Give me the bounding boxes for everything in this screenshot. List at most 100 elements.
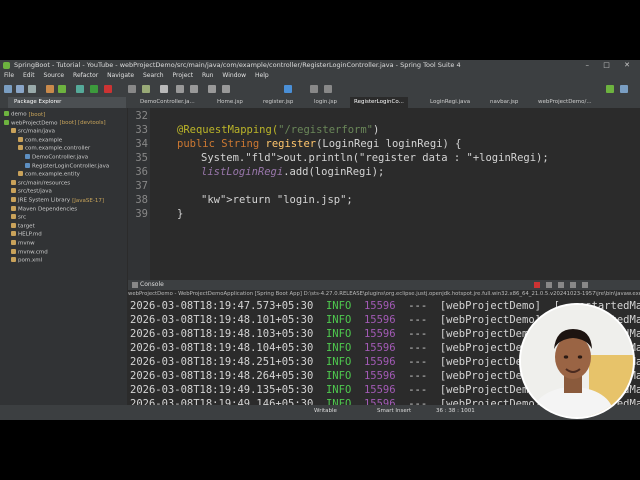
history-forward-icon[interactable] — [324, 85, 332, 93]
log-ts: 2026-03-08T18:19:47.573+05:30 — [130, 300, 314, 312]
code-line-35[interactable]: System."fld">out.println("register data … — [201, 152, 549, 164]
menu-source[interactable]: Source — [44, 71, 65, 81]
tree-item[interactable]: DemoController.java — [25, 154, 88, 161]
tree-item-icon — [18, 145, 23, 151]
menu-file[interactable]: File — [4, 71, 14, 81]
tree-item-icon — [11, 179, 16, 185]
next-annotation-icon[interactable] — [176, 85, 184, 93]
perspective-java-icon[interactable] — [620, 85, 628, 93]
tree-item[interactable]: src/main/java — [11, 128, 55, 135]
open-type-icon[interactable] — [128, 85, 136, 93]
window-controls: – □ ✕ — [586, 60, 636, 71]
log-pid: 15596 — [363, 384, 396, 396]
tab-login-jsp[interactable]: login.jsp — [314, 97, 337, 108]
tree-item-icon — [11, 222, 16, 228]
scroll-lock-icon[interactable] — [570, 282, 576, 288]
tree-item-label: DemoController.java — [32, 154, 89, 161]
tree-item[interactable]: com.example.controller — [18, 145, 90, 152]
tab-home-jsp[interactable]: Home.jsp — [217, 97, 243, 108]
code-editor[interactable]: 32 33 34 35 36 37 38 39 @RequestMapping(… — [128, 108, 640, 280]
tree-item[interactable]: com.example — [18, 136, 62, 143]
tree-item[interactable]: mvnw — [11, 240, 35, 247]
toggle-mark-icon[interactable] — [160, 85, 168, 93]
minimize-button[interactable]: – — [586, 61, 596, 69]
menu-project[interactable]: Project — [173, 71, 194, 81]
code-punct: ) — [372, 124, 380, 136]
perspective-spring-icon[interactable] — [606, 85, 614, 93]
tree-item-icon — [11, 214, 16, 220]
tree-item-label: pom.xml — [18, 257, 43, 264]
main-toolbar — [0, 81, 640, 98]
back-icon[interactable] — [208, 85, 216, 93]
tab-console[interactable]: Console — [140, 280, 164, 290]
tab-demo-controller[interactable]: DemoController.ja... — [140, 97, 195, 108]
pin-icon[interactable] — [284, 85, 292, 93]
tree-item[interactable]: RegisterLoginController.java — [25, 162, 110, 170]
tab-package-explorer[interactable]: Package Explorer — [14, 97, 61, 108]
close-button[interactable]: ✕ — [624, 61, 636, 69]
remove-launch-icon[interactable] — [546, 282, 552, 288]
search-icon[interactable] — [142, 85, 150, 93]
log-ts: 2026-03-08T18:19:48.103+05:30 — [130, 328, 314, 340]
maximize-button[interactable]: □ — [603, 61, 616, 69]
forward-icon[interactable] — [222, 85, 230, 93]
tree-item[interactable]: com.example.entity — [18, 171, 80, 178]
code-line-33[interactable]: @RequestMapping("/registerform") — [177, 124, 379, 136]
tree-item[interactable]: mvnw.cmd — [11, 248, 48, 256]
tree-item[interactable]: demo [boot] — [4, 111, 45, 118]
log-level: INFO — [325, 370, 352, 382]
tree-item[interactable]: src — [11, 214, 26, 221]
menu-navigate[interactable]: Navigate — [107, 71, 134, 81]
tree-item-icon — [11, 231, 16, 237]
log-level: INFO — [325, 384, 352, 396]
tab-register-login-controller[interactable]: RegisterLoginCo... — [350, 97, 408, 108]
menu-help[interactable]: Help — [255, 71, 269, 81]
tree-item-icon — [25, 154, 30, 159]
terminate-icon[interactable] — [534, 282, 540, 288]
tree-item-decoration: [boot] — [28, 111, 46, 118]
save-icon[interactable] — [16, 85, 24, 93]
tab-webprojectdemo[interactable]: webProjectDemo/... — [538, 97, 592, 108]
debug-icon[interactable] — [76, 85, 84, 93]
console-icon — [132, 282, 138, 288]
stop-icon[interactable] — [104, 85, 112, 93]
save-all-icon[interactable] — [28, 85, 36, 93]
spring-boot-icon[interactable] — [58, 85, 66, 93]
tree-item[interactable]: src/main/resources — [11, 179, 70, 186]
tree-item-icon — [11, 188, 16, 194]
build-icon[interactable] — [46, 85, 54, 93]
history-back-icon[interactable] — [310, 85, 318, 93]
code-line-36[interactable]: listLoginRegi.add(loginRegi); — [201, 166, 384, 178]
log-ts: 2026-03-08T18:19:48.264+05:30 — [130, 370, 314, 382]
tab-login-regi[interactable]: LoginRegi.java — [430, 97, 470, 108]
tree-item[interactable]: target — [11, 222, 35, 229]
code-line-39[interactable]: } — [177, 208, 183, 220]
menu-edit[interactable]: Edit — [23, 71, 35, 81]
menu-refactor[interactable]: Refactor — [73, 71, 98, 81]
run-icon[interactable] — [90, 85, 98, 93]
new-icon[interactable] — [4, 85, 12, 93]
line-number: 36 — [135, 166, 148, 178]
menu-search[interactable]: Search — [143, 71, 164, 81]
tree-item-decoration: [boot] [devtools] — [59, 120, 106, 127]
tab-register-jsp[interactable]: register.jsp — [263, 97, 293, 108]
clear-console-icon[interactable] — [558, 282, 564, 288]
tree-item[interactable]: webProjectDemo [boot] [devtools] — [4, 119, 106, 127]
tree-item-label: RegisterLoginController.java — [32, 163, 110, 170]
pin-console-icon[interactable] — [582, 282, 588, 288]
tree-item-label: mvnw.cmd — [18, 249, 48, 256]
prev-annotation-icon[interactable] — [190, 85, 198, 93]
menu-run[interactable]: Run — [202, 71, 214, 81]
tree-item[interactable]: pom.xml — [11, 257, 42, 264]
tree-item[interactable]: HELP.md — [11, 231, 42, 238]
tree-item-icon — [11, 240, 16, 245]
tree-item-label: JRE System Library — [18, 197, 71, 204]
log-level: INFO — [325, 314, 352, 326]
tab-navbar-jsp[interactable]: navbar.jsp — [490, 97, 518, 108]
code-line-38[interactable]: "kw">return "login.jsp"; — [201, 194, 353, 206]
tree-item[interactable]: Maven Dependencies — [11, 205, 77, 212]
tree-item[interactable]: src/test/java — [11, 188, 52, 195]
menu-window[interactable]: Window — [222, 71, 246, 81]
code-line-34[interactable]: public String register(LoginRegi loginRe… — [177, 138, 462, 150]
tree-item[interactable]: JRE System Library [JavaSE-17] — [11, 197, 104, 204]
